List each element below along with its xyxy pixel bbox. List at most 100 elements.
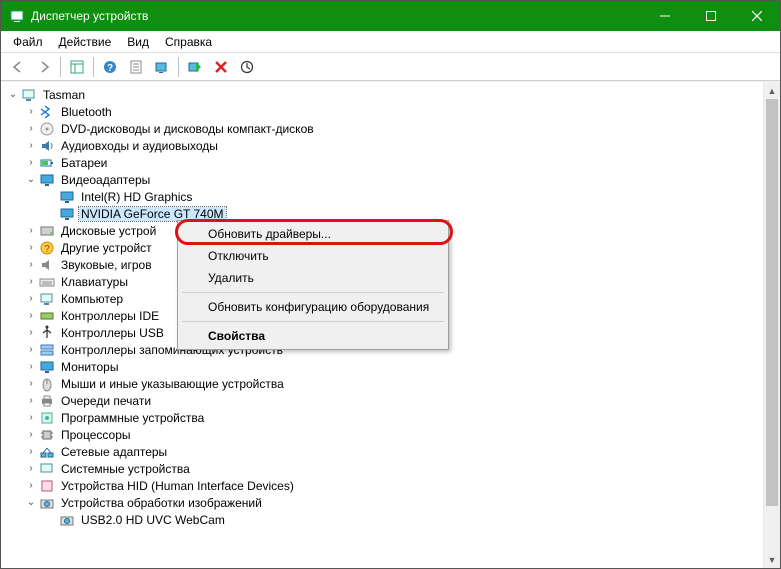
- tree-category[interactable]: ›Аудиовходы и аудиовыходы: [1, 137, 780, 154]
- hid-icon: [39, 478, 55, 494]
- tree-category[interactable]: ›Программные устройства: [1, 409, 780, 426]
- menu-file[interactable]: Файл: [5, 33, 51, 51]
- tree-item-label: Другие устройст: [59, 241, 154, 255]
- tree-category[interactable]: ›Мыши и иные указывающие устройства: [1, 375, 780, 392]
- expander-icon[interactable]: [45, 191, 57, 203]
- camera-icon: [59, 512, 75, 528]
- expander-icon[interactable]: ›: [25, 344, 37, 356]
- tree-item-label: Дисковые устрой: [59, 224, 158, 238]
- tree-category[interactable]: › DVD-дисководы и дисководы компакт-диско…: [1, 120, 780, 137]
- titlebar: Диспетчер устройств: [1, 1, 780, 31]
- other-icon: ?: [39, 240, 55, 256]
- tree-category[interactable]: › Мониторы: [1, 358, 780, 375]
- context-menu: Обновить драйверы...ОтключитьУдалить Обно…: [177, 220, 449, 350]
- expander-icon[interactable]: ⌄: [25, 497, 37, 509]
- tree-item-label: Видеоадаптеры: [59, 173, 152, 187]
- menu-action[interactable]: Действие: [51, 33, 120, 51]
- expander-icon[interactable]: ›: [25, 463, 37, 475]
- window-title: Диспетчер устройств: [31, 9, 148, 23]
- tree-item-label: Мониторы: [59, 360, 120, 374]
- tree-category[interactable]: ⌄Устройства обработки изображений: [1, 494, 780, 511]
- tree-category[interactable]: ›Устройства HID (Human Interface Devices…: [1, 477, 780, 494]
- tree-category[interactable]: ›Сетевые адаптеры: [1, 443, 780, 460]
- tree-category[interactable]: › Bluetooth: [1, 103, 780, 120]
- expander-icon[interactable]: ›: [25, 429, 37, 441]
- content-area: ⌄Tasman › Bluetooth › DVD-дисководы и дисков…: [1, 81, 780, 568]
- scroll-down-button[interactable]: ▼: [764, 551, 780, 568]
- tree-category[interactable]: ⌄ Видеоадаптеры: [1, 171, 780, 188]
- expander-icon[interactable]: ›: [25, 225, 37, 237]
- toolbar-separator: [178, 57, 179, 77]
- tree-item-label: DVD-дисководы и дисководы компакт-дисков: [59, 122, 316, 136]
- expander-icon[interactable]: ⌄: [7, 89, 19, 101]
- update-driver-button[interactable]: [235, 55, 259, 79]
- tree-item-label: USB2.0 HD UVC WebCam: [79, 513, 227, 527]
- maximize-button[interactable]: [688, 1, 734, 31]
- uninstall-button[interactable]: [209, 55, 233, 79]
- expander-icon[interactable]: ›: [25, 446, 37, 458]
- context-menu-separator: [182, 292, 444, 293]
- expander-icon[interactable]: ›: [25, 293, 37, 305]
- expander-icon[interactable]: ›: [25, 276, 37, 288]
- tree-item-label: Системные устройства: [59, 462, 192, 476]
- close-button[interactable]: [734, 1, 780, 31]
- expander-icon[interactable]: ›: [25, 327, 37, 339]
- storage-icon: [39, 342, 55, 358]
- properties-button[interactable]: [124, 55, 148, 79]
- tree-root[interactable]: ⌄Tasman: [1, 86, 780, 103]
- bluetooth-icon: [39, 104, 55, 120]
- menu-view[interactable]: Вид: [119, 33, 157, 51]
- forward-button[interactable]: [32, 55, 56, 79]
- expander-icon[interactable]: [45, 514, 57, 526]
- svg-text:?: ?: [44, 244, 50, 255]
- scrollbar-track[interactable]: [764, 99, 780, 551]
- expander-icon[interactable]: ›: [25, 106, 37, 118]
- tree-item-label: NVIDIA GeForce GT 740M: [79, 207, 226, 221]
- tree-category[interactable]: ›Батареи: [1, 154, 780, 171]
- enable-button[interactable]: [183, 55, 207, 79]
- menu-help[interactable]: Справка: [157, 33, 220, 51]
- minimize-button[interactable]: [642, 1, 688, 31]
- vertical-scrollbar[interactable]: ▲ ▼: [763, 82, 780, 568]
- expander-icon[interactable]: ›: [25, 242, 37, 254]
- expander-icon[interactable]: ›: [25, 480, 37, 492]
- tree-item-label: Процессоры: [59, 428, 133, 442]
- scroll-up-button[interactable]: ▲: [764, 82, 780, 99]
- display-icon: [59, 206, 75, 222]
- tree-device[interactable]: USB2.0 HD UVC WebCam: [1, 511, 780, 528]
- svg-text:?: ?: [107, 63, 113, 74]
- tree-item-label: Bluetooth: [59, 105, 114, 119]
- network-icon: [39, 444, 55, 460]
- tree-category[interactable]: › Процессоры: [1, 426, 780, 443]
- context-menu-item[interactable]: Удалить: [180, 267, 446, 289]
- expander-icon[interactable]: ⌄: [25, 174, 37, 186]
- tree-category[interactable]: › Системные устройства: [1, 460, 780, 477]
- back-button[interactable]: [6, 55, 30, 79]
- context-menu-item[interactable]: Обновить драйверы...: [180, 223, 446, 245]
- expander-icon[interactable]: ›: [25, 123, 37, 135]
- expander-icon[interactable]: ›: [25, 157, 37, 169]
- expander-icon[interactable]: ›: [25, 259, 37, 271]
- show-hide-tree-button[interactable]: [65, 55, 89, 79]
- expander-icon[interactable]: ›: [25, 412, 37, 424]
- display-icon: [39, 172, 55, 188]
- context-menu-separator: [182, 321, 444, 322]
- context-menu-item[interactable]: Обновить конфигурацию оборудования: [180, 296, 446, 318]
- expander-icon[interactable]: ›: [25, 361, 37, 373]
- expander-icon[interactable]: ›: [25, 395, 37, 407]
- context-menu-item[interactable]: Свойства: [180, 325, 446, 347]
- computer-icon: [39, 291, 55, 307]
- help-button[interactable]: ?: [98, 55, 122, 79]
- expander-icon[interactable]: ›: [25, 140, 37, 152]
- battery-icon: [39, 155, 55, 171]
- tree-device[interactable]: Intel(R) HD Graphics: [1, 188, 780, 205]
- context-menu-item[interactable]: Отключить: [180, 245, 446, 267]
- expander-icon[interactable]: ›: [25, 310, 37, 322]
- tree-category[interactable]: ›Очереди печати: [1, 392, 780, 409]
- scan-hardware-button[interactable]: [150, 55, 174, 79]
- expander-icon[interactable]: [45, 208, 57, 220]
- scrollbar-thumb[interactable]: [766, 99, 778, 506]
- imaging-icon: [39, 495, 55, 511]
- expander-icon[interactable]: ›: [25, 378, 37, 390]
- disc-icon: [39, 121, 55, 137]
